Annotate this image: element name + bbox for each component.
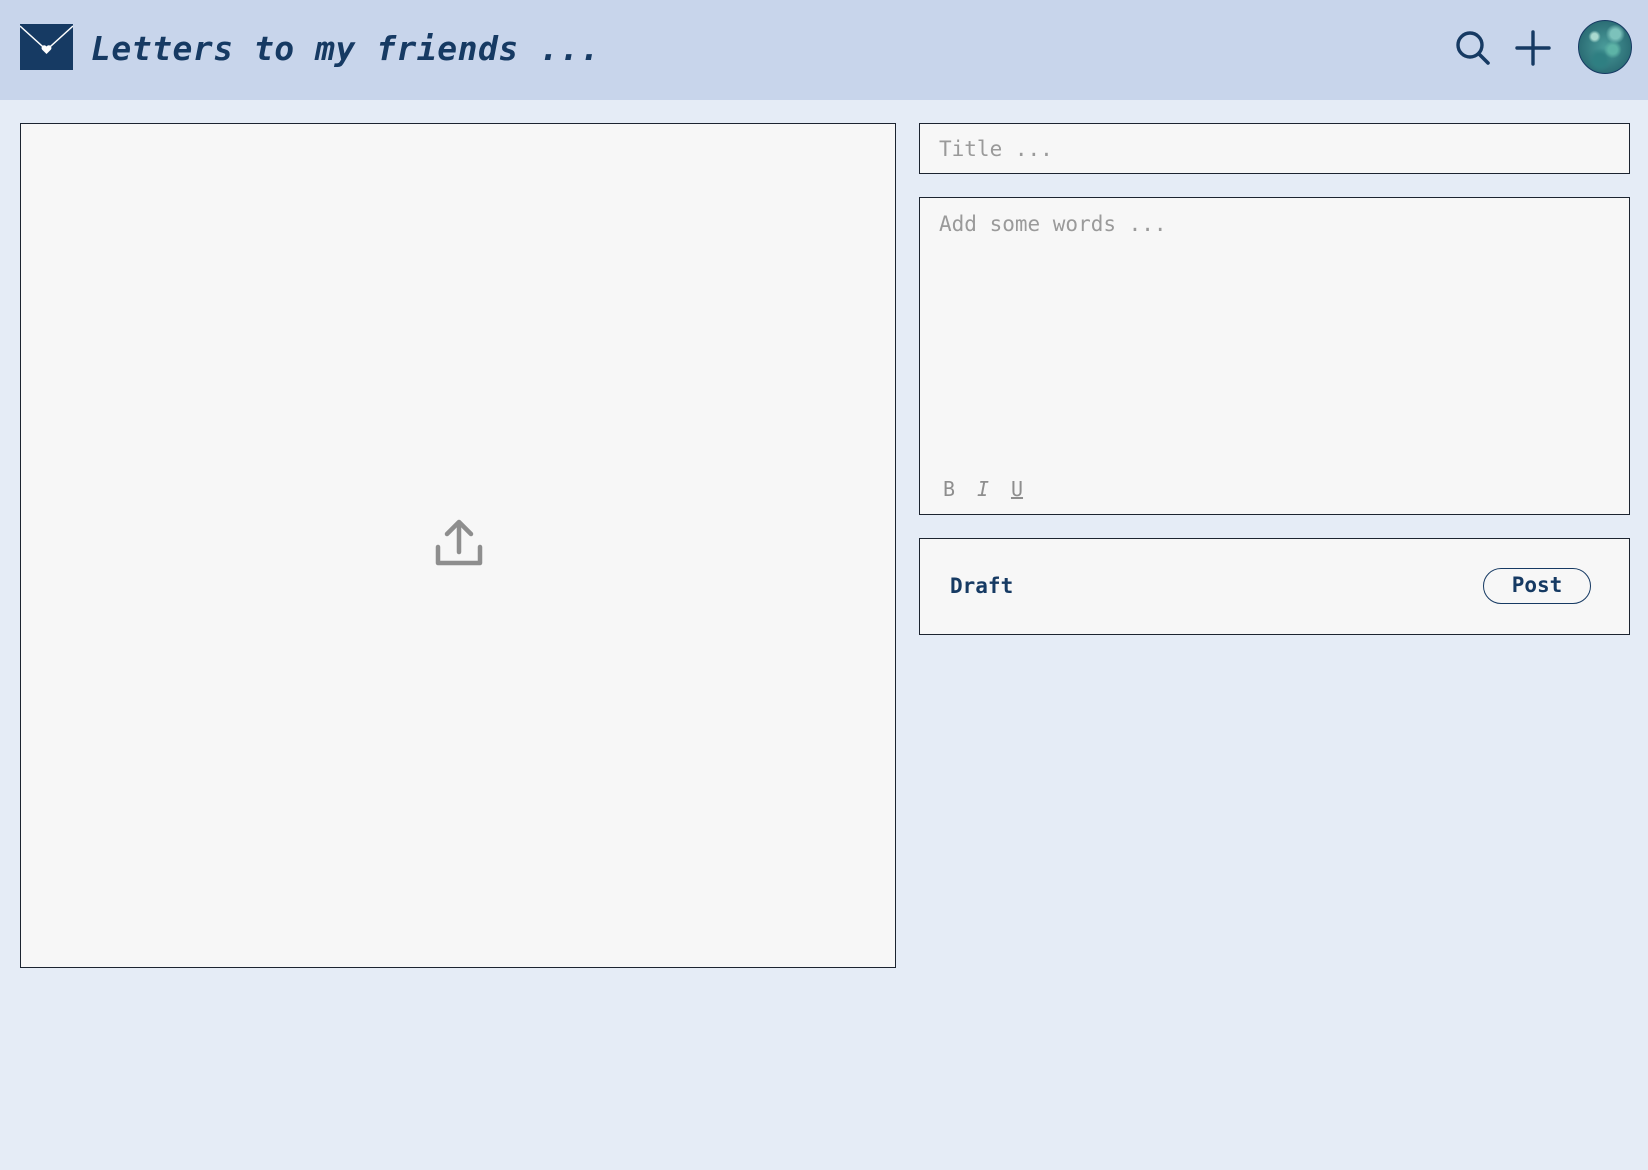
body-editor: B I U xyxy=(919,197,1630,515)
user-avatar[interactable] xyxy=(1578,20,1632,74)
italic-button[interactable]: I xyxy=(973,474,993,504)
format-toolbar: B I U xyxy=(939,474,1027,504)
image-upload-dropzone[interactable] xyxy=(20,123,896,968)
envelope-heart-icon[interactable] xyxy=(20,24,73,70)
bold-button[interactable]: B xyxy=(939,474,959,504)
body-textarea[interactable] xyxy=(920,198,1629,456)
draft-button[interactable]: Draft xyxy=(950,571,1013,601)
search-icon[interactable] xyxy=(1454,29,1492,67)
app-title: Letters to my friends ... xyxy=(91,29,601,68)
title-input[interactable] xyxy=(919,123,1630,174)
app-header: Letters to my friends ... xyxy=(0,0,1648,100)
post-button[interactable]: Post xyxy=(1483,568,1591,604)
underline-button[interactable]: U xyxy=(1007,474,1027,504)
upload-icon xyxy=(435,519,483,566)
plus-icon[interactable] xyxy=(1514,29,1552,67)
action-bar: Draft Post xyxy=(919,538,1630,635)
